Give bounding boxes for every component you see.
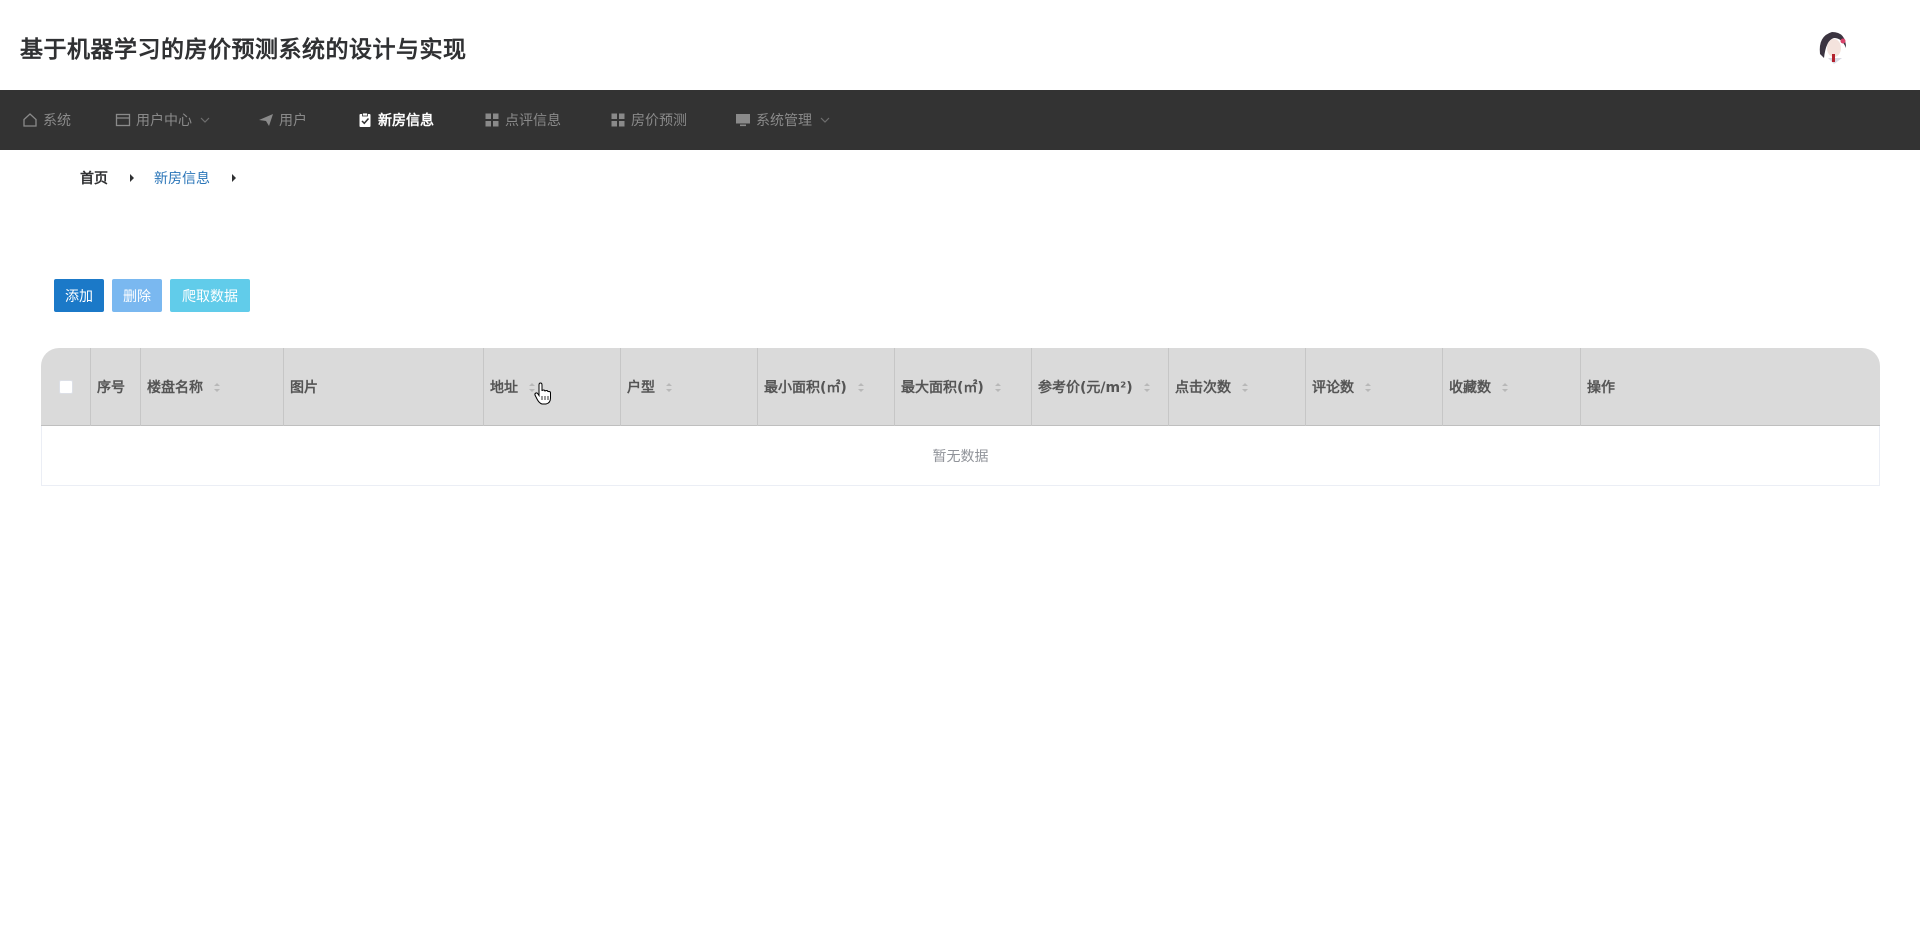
column-label: 序号 [97,380,125,396]
home-icon [22,112,38,128]
nav-item-label: 用户中心 [136,113,192,129]
breadcrumb: 首页 新房信息 [80,168,256,188]
column-header-favorites[interactable]: 收藏数 [1443,348,1581,426]
nav-item-label: 新房信息 [378,113,434,129]
send-icon [258,112,274,128]
column-label: 户型 [627,380,655,396]
column-label: 操作 [1587,380,1615,396]
column-label: 评论数 [1312,380,1354,396]
breadcrumb-home[interactable]: 首页 [80,168,108,188]
column-header-name[interactable]: 楼盘名称 [141,348,284,426]
column-label: 收藏数 [1449,380,1491,396]
column-select-all [41,348,91,426]
main-navbar: 系统 用户中心 用户 新房信息 点评信息 房价预测 系统管理 [0,90,1920,150]
hand-cursor-icon [534,382,552,410]
column-header-comments[interactable]: 评论数 [1306,348,1443,426]
nav-item-label: 用户 [279,113,307,129]
column-header-actions: 操作 [1581,348,1880,426]
sort-icon[interactable] [1241,382,1249,393]
column-header-min-area[interactable]: 最小面积(㎡) [758,348,895,426]
user-avatar[interactable] [1812,24,1852,64]
nav-item-new-house[interactable]: 新房信息 [357,90,434,150]
column-header-max-area[interactable]: 最大面积(㎡) [895,348,1032,426]
column-header-clicks[interactable]: 点击次数 [1169,348,1306,426]
column-label: 楼盘名称 [147,380,203,396]
column-header-image: 图片 [284,348,484,426]
column-label: 参考价(元/m²) [1038,380,1133,396]
caret-right-icon [228,173,240,183]
column-label: 点击次数 [1175,380,1231,396]
table-header: 序号 楼盘名称 图片 地址 户型 最小面积(㎡) 最大面积(㎡) 参考价(元/m… [41,348,1880,426]
sort-icon[interactable] [994,382,1002,393]
sort-icon[interactable] [1143,382,1151,393]
sort-icon[interactable] [1364,382,1372,393]
add-button[interactable]: 添加 [54,279,104,312]
nav-item-label: 系统 [43,113,71,129]
column-header-layout[interactable]: 户型 [621,348,758,426]
card-icon [115,112,131,128]
sort-icon[interactable] [857,382,865,393]
sort-icon[interactable] [213,382,221,393]
grid-icon [484,112,500,128]
data-table: 序号 楼盘名称 图片 地址 户型 最小面积(㎡) 最大面积(㎡) 参考价(元/m… [41,348,1880,486]
sort-icon[interactable] [665,382,673,393]
nav-item-label: 房价预测 [631,113,687,129]
delete-button[interactable]: 删除 [112,279,162,312]
breadcrumb-current[interactable]: 新房信息 [154,168,210,188]
select-all-checkbox[interactable] [58,380,73,394]
nav-item-system[interactable]: 系统 [22,90,71,150]
nav-item-label: 点评信息 [505,113,561,129]
column-label: 最大面积(㎡) [901,380,984,396]
nav-item-user-center[interactable]: 用户中心 [115,90,210,150]
column-header-address[interactable]: 地址 [484,348,621,426]
chevron-down-icon [200,115,210,125]
monitor-icon [735,112,751,128]
crawl-data-button[interactable]: 爬取数据 [170,279,250,312]
table-body: 暂无数据 [41,426,1880,486]
grid-icon [610,112,626,128]
nav-item-price-predict[interactable]: 房价预测 [610,90,687,150]
nav-item-label: 系统管理 [756,113,812,129]
app-header: 基于机器学习的房价预测系统的设计与实现 [0,0,1920,90]
empty-text: 暂无数据 [932,448,989,465]
nav-item-system-admin[interactable]: 系统管理 [735,90,830,150]
clipboard-check-icon [357,112,373,128]
sort-icon[interactable] [1501,382,1509,393]
column-header-ref-price[interactable]: 参考价(元/m²) [1032,348,1169,426]
column-header-index: 序号 [91,348,141,426]
nav-item-user[interactable]: 用户 [258,90,307,150]
column-label: 图片 [290,380,318,396]
nav-item-reviews[interactable]: 点评信息 [484,90,561,150]
caret-right-icon [126,173,138,183]
column-label: 地址 [490,380,518,396]
column-label: 最小面积(㎡) [764,380,847,396]
chevron-down-icon [820,115,830,125]
app-title: 基于机器学习的房价预测系统的设计与实现 [20,37,467,63]
